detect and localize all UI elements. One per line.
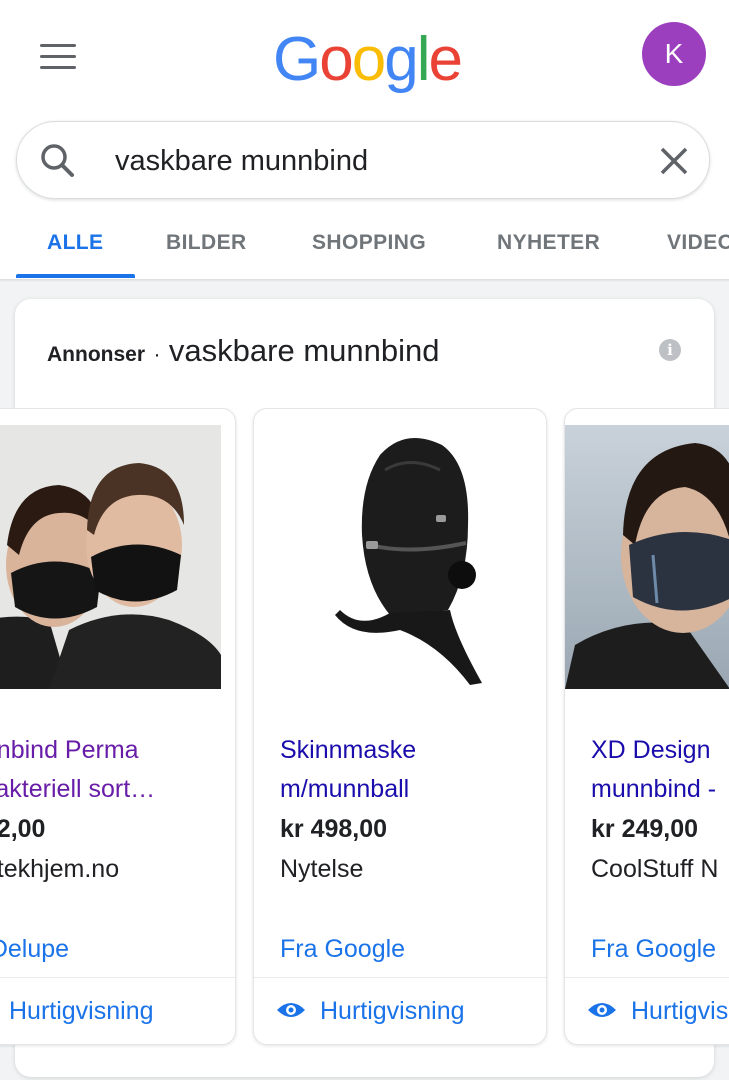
close-icon[interactable] — [657, 144, 691, 178]
product-card[interactable]: XD Design munnbind - kr 249,00 CoolStuff… — [564, 408, 729, 1045]
quick-view-button[interactable]: Hurtigvisning — [276, 997, 465, 1026]
logo-letter: l — [416, 25, 431, 94]
menu-icon[interactable] — [40, 44, 76, 70]
logo-letter: o — [319, 25, 354, 94]
product-price: kr 498,00 — [280, 815, 388, 843]
active-tab-indicator — [16, 274, 135, 278]
divider — [0, 977, 235, 978]
eye-icon — [588, 1003, 616, 1018]
product-card[interactable]: unnbind Perma tibakteriell sort… 182,00 … — [0, 408, 236, 1045]
divider — [254, 977, 546, 978]
tab-nyheter[interactable]: NYHETER — [497, 231, 600, 255]
product-image[interactable] — [270, 425, 532, 689]
logo-letter: g — [384, 25, 419, 94]
logo-letter: G — [273, 25, 321, 94]
search-input[interactable]: vaskbare munnbind — [115, 143, 368, 179]
eye-icon — [277, 1003, 305, 1018]
ads-query: vaskbare munnbind — [168, 333, 440, 368]
avatar[interactable]: K — [642, 22, 706, 86]
product-card[interactable]: Skinnmaske m/munnball kr 498,00 Nytelse … — [253, 408, 547, 1045]
product-title[interactable]: XD Design munnbind - — [591, 731, 729, 809]
tab-bilder[interactable]: BILDER — [166, 231, 247, 255]
divider — [565, 977, 729, 978]
product-source-link[interactable]: a Delupe — [0, 935, 69, 964]
product-title[interactable]: unnbind Perma tibakteriell sort… — [0, 731, 219, 809]
tab-shopping[interactable]: SHOPPING — [312, 231, 426, 255]
tabs-shadow — [0, 279, 729, 282]
product-store: CoolStuff N — [591, 855, 719, 883]
product-price: 182,00 — [0, 815, 46, 843]
google-logo[interactable]: Google — [273, 24, 463, 96]
search-icon[interactable] — [37, 140, 79, 182]
product-store: Nytelse — [280, 855, 364, 883]
quick-view-button[interactable]: Hurtigvisning — [0, 997, 154, 1026]
tab-video[interactable]: VIDEO — [667, 231, 729, 255]
logo-letter: o — [351, 25, 387, 94]
tab-alle[interactable]: ALLE — [47, 231, 103, 255]
product-carousel[interactable]: unnbind Perma tibakteriell sort… 182,00 … — [0, 408, 729, 1048]
product-source-link[interactable]: Fra Google — [591, 935, 716, 964]
logo-letter: e — [428, 25, 463, 94]
search-tabs: ALLE BILDER SHOPPING NYHETER VIDEO — [0, 215, 729, 279]
ads-heading: Annonser · vaskbare munnbind — [47, 333, 439, 369]
search-bar[interactable]: vaskbare munnbind — [16, 121, 710, 199]
product-image[interactable] — [565, 425, 729, 689]
ads-label: Annonser — [47, 343, 146, 366]
product-image[interactable] — [0, 425, 221, 689]
product-source-link[interactable]: Fra Google — [280, 935, 405, 964]
product-price: kr 249,00 — [591, 815, 699, 843]
header: Google K vaskbare munnbind ALLE BILDER S… — [0, 0, 729, 280]
product-title[interactable]: Skinnmaske m/munnball — [280, 731, 530, 809]
quick-view-button[interactable]: Hurtigvis — [587, 997, 728, 1026]
info-icon[interactable]: i — [659, 339, 681, 361]
ads-separator: · — [153, 343, 161, 366]
product-store: ootekhjem.no — [0, 855, 120, 883]
